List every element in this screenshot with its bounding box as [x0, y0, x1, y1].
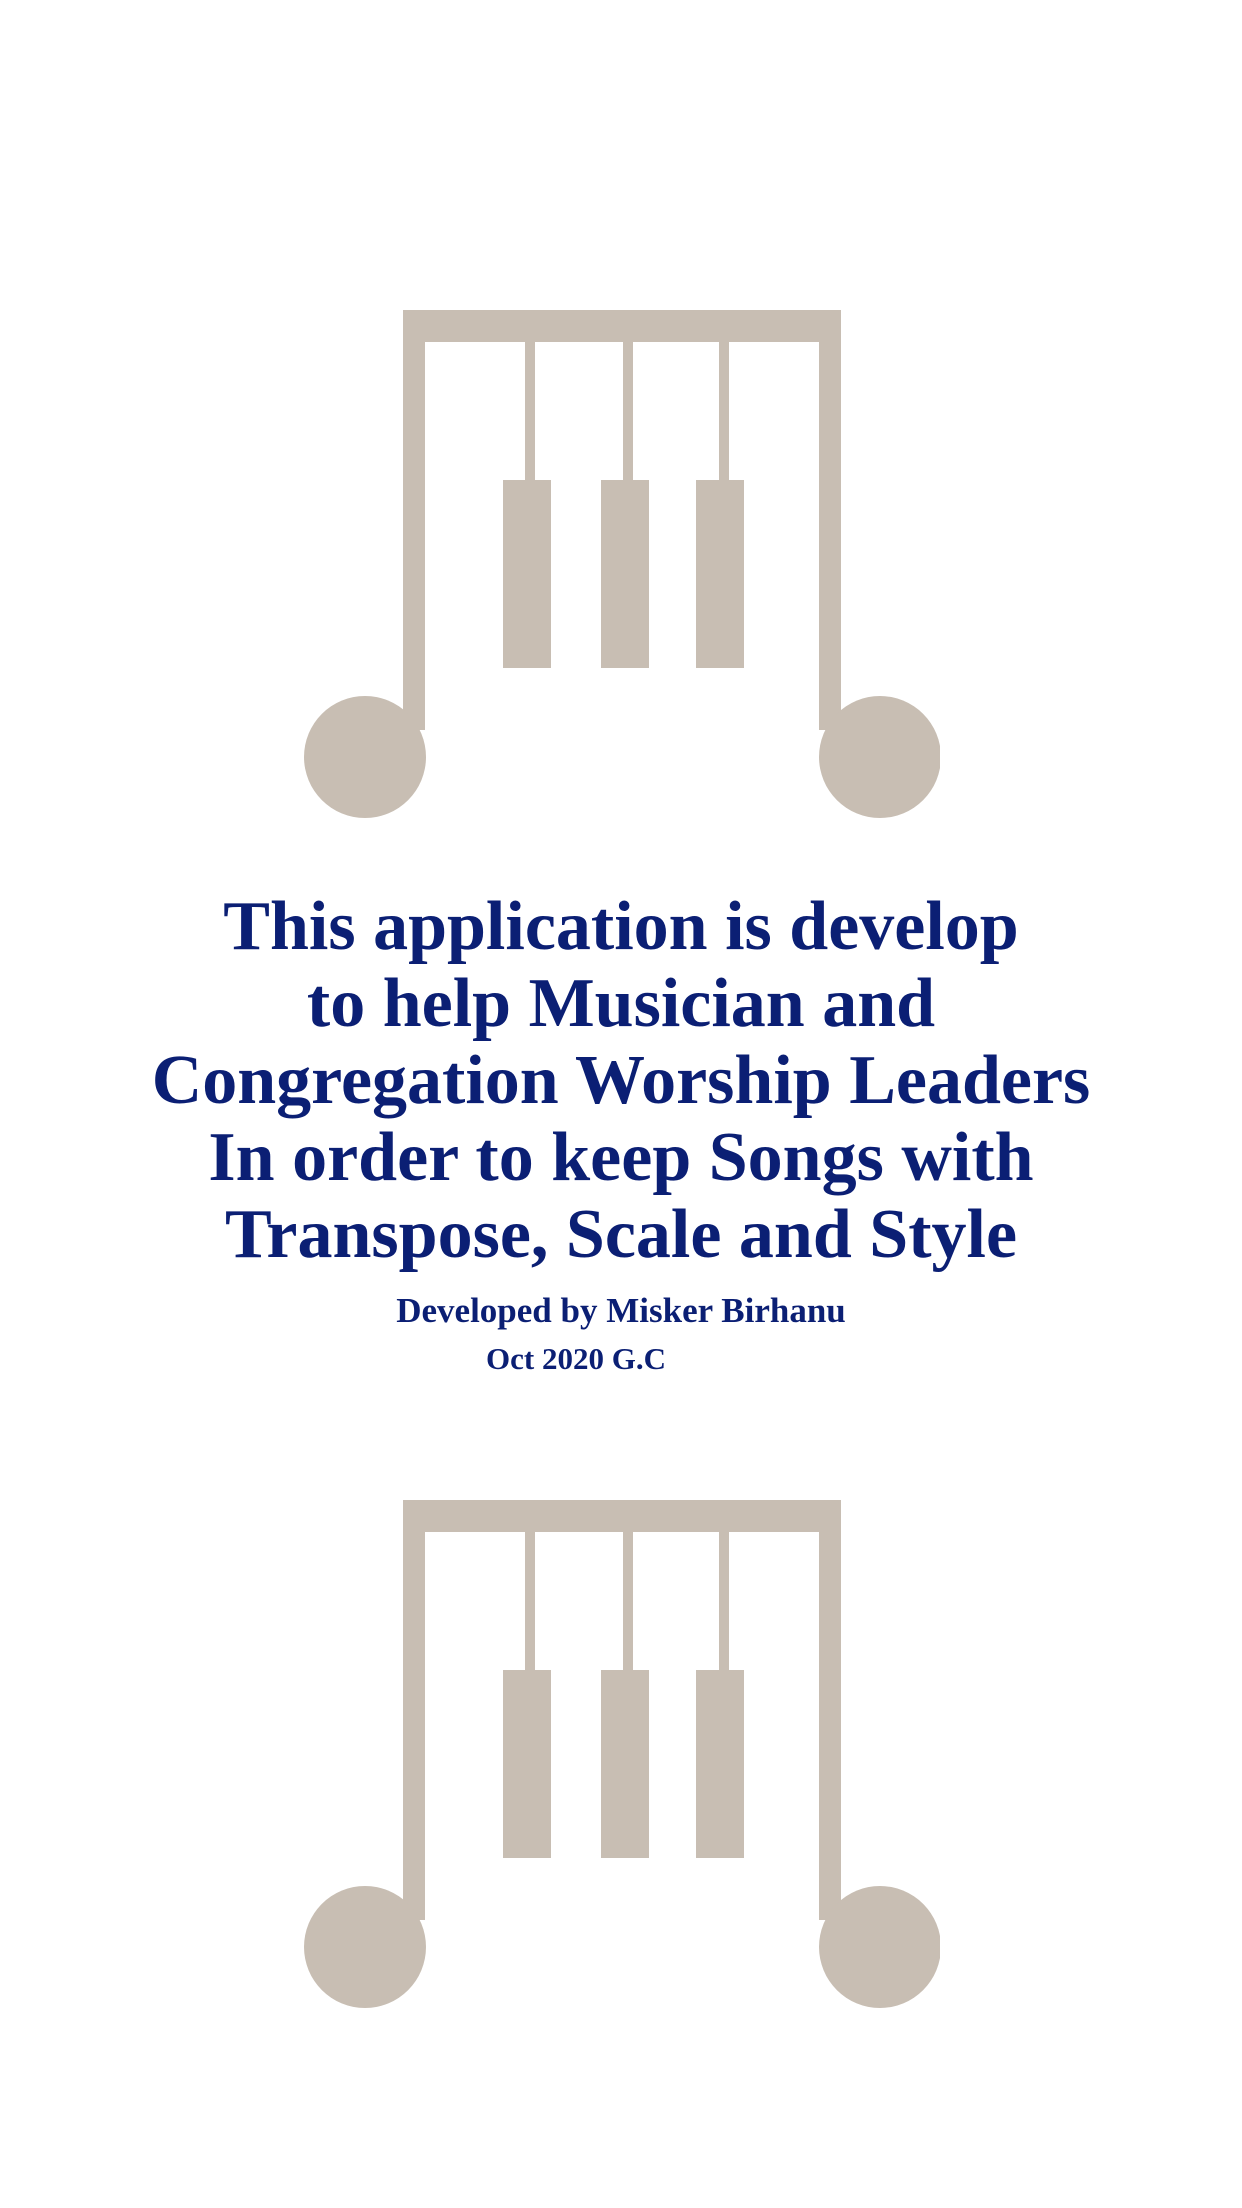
- description-line: Transpose, Scale and Style: [224, 1196, 1018, 1273]
- piano-note-graphic: [304, 310, 940, 818]
- description-line: In order to keep Songs with: [208, 1119, 1034, 1196]
- description-line: This application is develop: [223, 888, 1019, 965]
- splash-screen: { "splash": { "logo_icon": "piano-music-…: [0, 0, 1242, 2208]
- app-description: This application is develop to help Musi…: [0, 888, 1242, 1273]
- developer-credit: Developed by Misker Birhanu: [396, 1291, 846, 1330]
- piano-music-note-icon: [300, 305, 940, 825]
- piano-music-note-icon: [300, 1495, 940, 2015]
- description-line: Congregation Worship Leaders: [151, 1042, 1091, 1119]
- release-date: Oct 2020 G.C: [486, 1341, 666, 1376]
- piano-note-graphic: [304, 1500, 940, 2008]
- description-line: to help Musician and: [306, 965, 936, 1042]
